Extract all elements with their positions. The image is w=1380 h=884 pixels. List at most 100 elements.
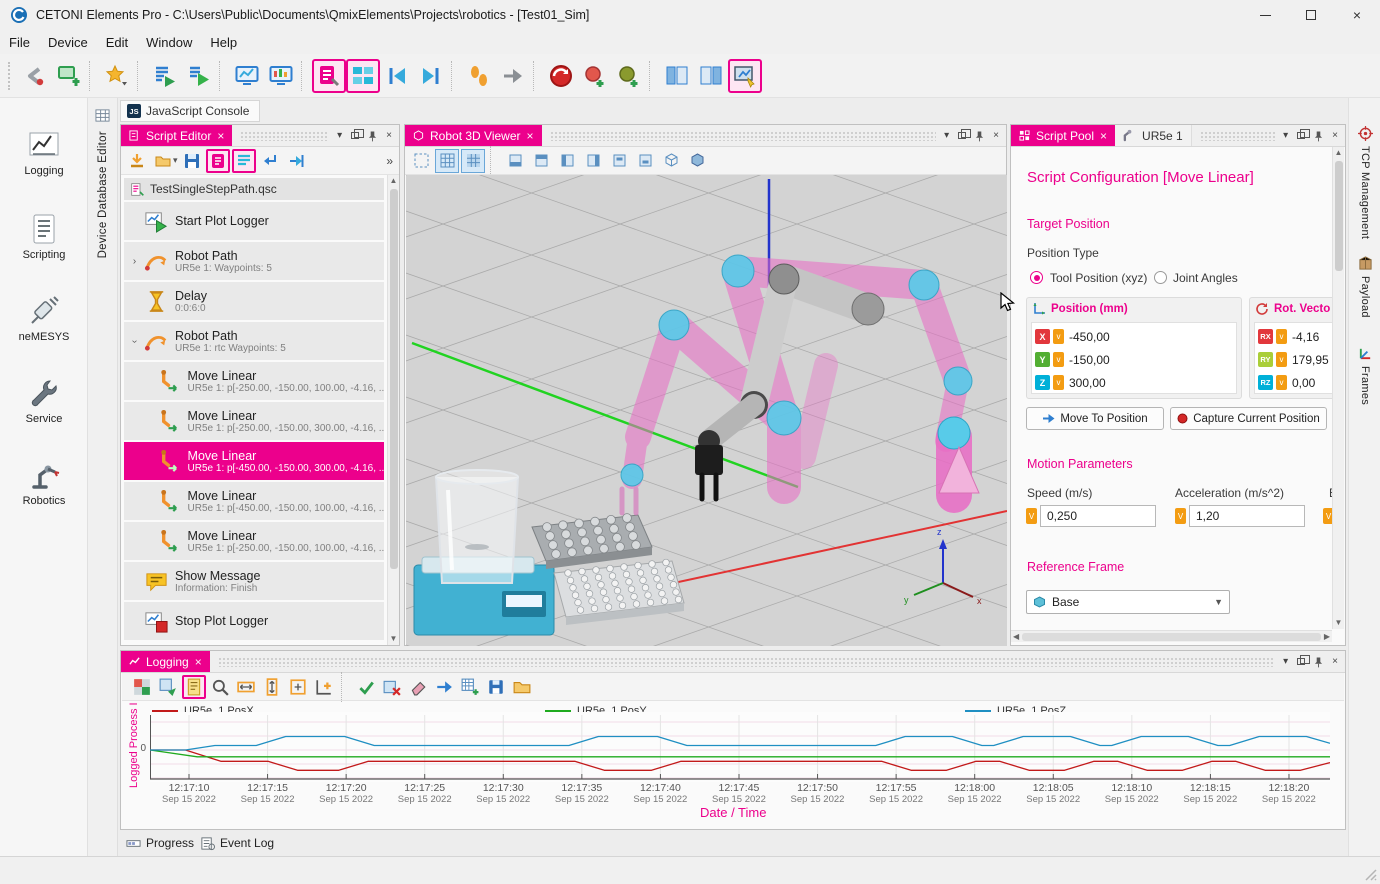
ur5e-device-tab[interactable]: UR5e 1	[1115, 125, 1192, 146]
zoom-button[interactable]	[208, 675, 232, 699]
reference-frame-select[interactable]: Base ▼	[1026, 590, 1230, 614]
highlight-step-button[interactable]	[232, 149, 256, 173]
script-pool-hscrollbar[interactable]: ◀ ▶	[1011, 630, 1332, 642]
script-step-start-plot-logger[interactable]: Start Plot Logger	[124, 202, 384, 240]
ry-dropdown-icon[interactable]: v	[1276, 352, 1287, 367]
close-button[interactable]: ×	[1334, 0, 1380, 30]
open-script-button[interactable]	[151, 149, 175, 173]
resize-grip[interactable]	[1364, 868, 1378, 882]
rotation-rz-row[interactable]: RZ v 0,00	[1258, 371, 1332, 394]
zoom-x-button[interactable]	[234, 675, 258, 699]
script-editor-scrollbar[interactable]: ▲ ▼	[387, 175, 399, 645]
copy-plot-button[interactable]	[130, 675, 154, 699]
menu-window[interactable]: Window	[137, 32, 201, 53]
acceleration-dropdown-icon[interactable]: V	[1175, 508, 1186, 524]
menu-edit[interactable]: Edit	[97, 32, 137, 53]
menu-device[interactable]: Device	[39, 32, 97, 53]
add-process-button[interactable]	[125, 149, 149, 173]
close-panel-icon[interactable]: ×	[1332, 130, 1338, 141]
start-script-button[interactable]	[182, 59, 216, 93]
script-step-robot-path-1[interactable]: › Robot PathUR5e 1: Waypoints: 5	[124, 242, 384, 280]
menu-help[interactable]: Help	[201, 32, 246, 53]
tab-payload[interactable]: Payload	[1349, 256, 1380, 318]
acceleration-field[interactable]: V 1,20	[1175, 505, 1305, 527]
view-bottom-button[interactable]	[633, 149, 657, 173]
tab-event-log[interactable]: Event Log	[200, 833, 274, 853]
tab-progress[interactable]: Progress	[126, 833, 194, 853]
step-return-button[interactable]	[258, 149, 282, 173]
dock-layout-right-button[interactable]	[694, 59, 728, 93]
favorites-button[interactable]	[100, 59, 134, 93]
apply-button[interactable]	[354, 675, 378, 699]
view-right-button[interactable]	[581, 149, 605, 173]
robot-3d-viewer-tab[interactable]: Robot 3D Viewer ×	[405, 125, 542, 146]
z-dropdown-icon[interactable]: v	[1053, 375, 1064, 390]
sidebar-item-service[interactable]: Service	[0, 376, 88, 442]
script-step-move-linear-1[interactable]: Move LinearUR5e 1: p[-250.00, -150.00, 1…	[124, 362, 384, 400]
position-z-row[interactable]: Z v 300,00	[1035, 371, 1233, 394]
x-dropdown-icon[interactable]: v	[1053, 329, 1064, 344]
add-script-function-button[interactable]	[578, 59, 612, 93]
plot-display-button[interactable]	[230, 59, 264, 93]
float-panel-icon[interactable]	[1297, 658, 1305, 665]
pin-panel-icon[interactable]	[368, 130, 377, 142]
blend-field-clipped[interactable]: V	[1323, 505, 1332, 527]
rz-dropdown-icon[interactable]: v	[1276, 375, 1287, 390]
continue-button[interactable]	[496, 59, 530, 93]
float-panel-icon[interactable]	[1297, 132, 1305, 139]
rotation-ry-row[interactable]: RY v 179,95	[1258, 348, 1332, 371]
move-to-position-button[interactable]: Move To Position	[1026, 407, 1164, 430]
scroll-up-icon[interactable]: ▲	[388, 175, 399, 187]
data-logger-button[interactable]	[264, 59, 298, 93]
tab-tcp-management[interactable]: TCP Management	[1349, 126, 1380, 239]
pin-panel-icon[interactable]	[1314, 656, 1323, 668]
script-editor-toggle-button[interactable]	[312, 59, 346, 93]
scroll-down-icon[interactable]: ▼	[1333, 617, 1344, 629]
script-step-move-linear-3-selected[interactable]: Move LinearUR5e 1: p[-450.00, -150.00, 3…	[124, 442, 384, 480]
close-panel-icon[interactable]: ×	[993, 130, 999, 141]
sidebar-item-nemesys[interactable]: neMESYS	[0, 294, 88, 360]
show-floor-button[interactable]	[461, 149, 485, 173]
skip-forward-button[interactable]	[414, 59, 448, 93]
panel-drag-handle[interactable]	[1200, 131, 1275, 141]
scroll-left-icon[interactable]: ◀	[1013, 631, 1019, 643]
view-left-button[interactable]	[555, 149, 579, 173]
remove-series-button[interactable]	[380, 675, 404, 699]
toolbar-handle[interactable]	[8, 62, 12, 90]
emergency-stop-button[interactable]	[544, 59, 578, 93]
speed-field[interactable]: V 0,250	[1026, 505, 1156, 527]
panel-drag-handle[interactable]	[550, 131, 937, 141]
single-step-button[interactable]	[462, 59, 496, 93]
script-editor-tab[interactable]: Script Editor ×	[121, 125, 232, 146]
close-tab-icon[interactable]: ×	[195, 655, 202, 669]
sidebar-item-scripting[interactable]: Scripting	[0, 212, 88, 278]
skip-back-button[interactable]	[380, 59, 414, 93]
open-dropdown-icon[interactable]: ▾	[173, 155, 178, 166]
view-back-button[interactable]	[529, 149, 553, 173]
blend-dropdown-icon[interactable]: V	[1323, 508, 1332, 524]
y-dropdown-icon[interactable]: v	[1053, 352, 1064, 367]
script-pool-toggle-button[interactable]	[346, 59, 380, 93]
collapse-icon[interactable]: ›	[129, 335, 140, 348]
view-front-button[interactable]	[503, 149, 527, 173]
perspective-button[interactable]	[685, 149, 709, 173]
save-script-button[interactable]	[180, 149, 204, 173]
add-device-button[interactable]	[52, 59, 86, 93]
script-pool-vscrollbar[interactable]: ▲ ▼	[1332, 147, 1344, 629]
clear-plot-button[interactable]	[406, 675, 430, 699]
sidebar-item-logging[interactable]: Logging	[0, 128, 88, 194]
follow-data-button[interactable]	[182, 675, 206, 699]
close-tab-icon[interactable]: ×	[527, 129, 534, 143]
robot-3d-viewer-toggle-button[interactable]	[728, 59, 762, 93]
script-step-move-linear-5[interactable]: Move LinearUR5e 1: p[-250.00, -150.00, 1…	[124, 522, 384, 560]
step-forward-button[interactable]	[284, 149, 308, 173]
rotation-rx-row[interactable]: RX v -4,16	[1258, 325, 1332, 348]
show-grid-button[interactable]	[435, 149, 459, 173]
float-panel-icon[interactable]	[351, 132, 359, 139]
javascript-console-tab[interactable]: JS JavaScript Console	[120, 100, 260, 122]
maximize-button[interactable]	[1288, 0, 1334, 30]
script-step-stop-plot-logger[interactable]: Stop Plot Logger	[124, 602, 384, 640]
position-x-row[interactable]: X v -450,00	[1035, 325, 1233, 348]
speed-dropdown-icon[interactable]: V	[1026, 508, 1037, 524]
save-data-button[interactable]	[484, 675, 508, 699]
